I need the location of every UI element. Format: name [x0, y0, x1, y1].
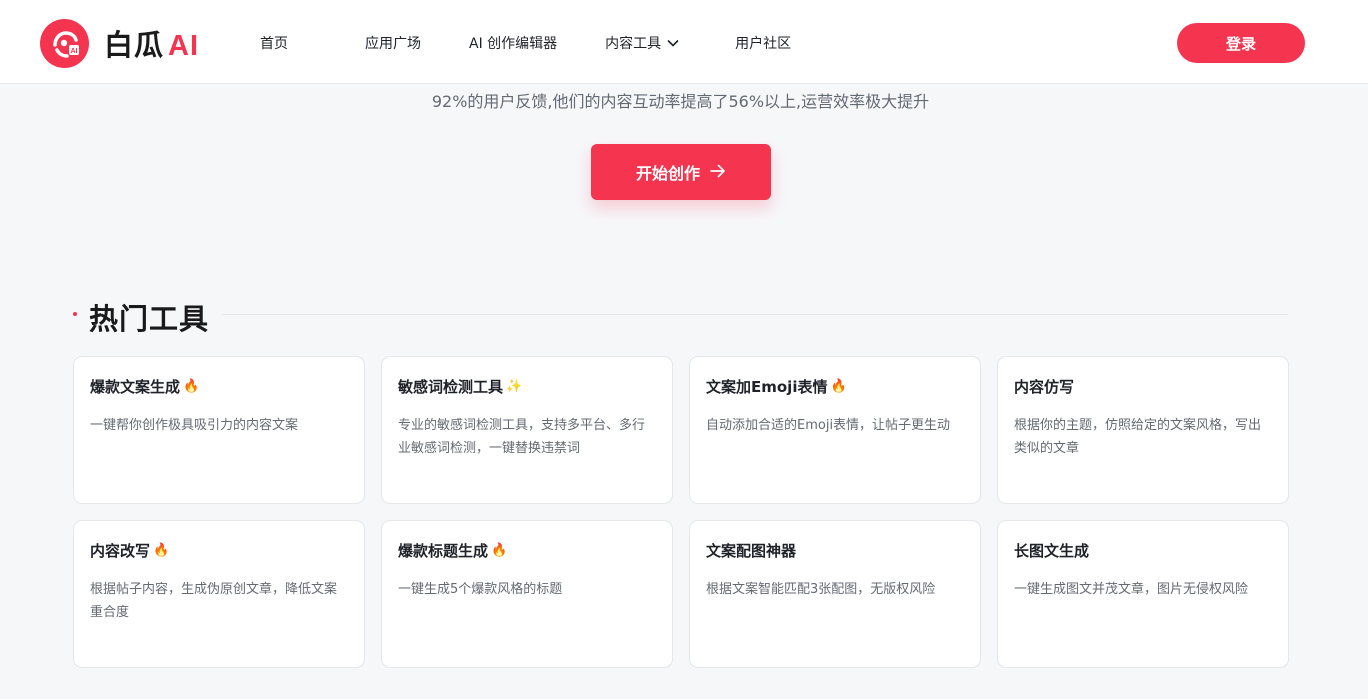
logo-icon: AI [40, 18, 89, 68]
section-divider [222, 314, 1288, 315]
tool-desc: 自动添加合适的Emoji表情，让帖子更生动 [706, 418, 951, 433]
nav-label: 用户社区 [735, 36, 792, 52]
tool-desc: 一键生成图文并茂文章，图片无侵权风险 [1014, 582, 1249, 597]
tool-card[interactable]: 长图文生成 一键生成图文并茂文章，图片无侵权风险 [997, 520, 1289, 668]
nav-item-community[interactable]: 用户社区 [735, 33, 791, 53]
nav-label: 内容工具 [605, 36, 662, 52]
tool-card[interactable]: 内容仿写 根据你的主题，仿照给定的文案风格，写出类似的文章 [997, 356, 1289, 504]
nav-label: AI 创作编辑器 [469, 36, 558, 52]
tool-desc: 根据帖子内容，生成伪原创文章，降低文案重合度 [90, 582, 338, 620]
main-nav: 首页 应用广场 AI 创作编辑器 内容工具 用户社区 [260, 31, 839, 55]
fire-icon: 🔥 [491, 542, 508, 558]
hero-subtitle: 92%的用户反馈,他们的内容互动率提高了56%以上,运营效率极大提升 [431, 92, 930, 111]
tool-title: 内容改写 [90, 541, 151, 560]
top-header: AI 白瓜 AI 首页 应用广场 AI 创作编辑器 内容工具 用户社区 登录 [0, 0, 1368, 84]
sparkles-icon: ✨ [506, 378, 523, 394]
start-creating-button[interactable]: 开始创作 [591, 144, 771, 200]
tool-title: 文案加Emoji表情 [706, 377, 828, 396]
brand-logo[interactable]: AI 白瓜 AI [40, 18, 200, 68]
tool-title: 长图文生成 [1014, 541, 1090, 560]
cta-label: 开始创作 [635, 164, 700, 183]
nav-label: 首页 [260, 36, 288, 52]
brand-name: 白瓜 AI [104, 28, 200, 62]
fire-icon: 🔥 [153, 542, 170, 558]
chevron-down-icon [667, 35, 679, 51]
nav-item-ai-editor[interactable]: AI 创作编辑器 [469, 33, 557, 53]
tool-card[interactable]: 文案配图神器 根据文案智能匹配3张配图，无版权风险 [689, 520, 981, 668]
tool-title: 敏感词检测工具 [398, 377, 504, 396]
fire-icon: 🔥 [830, 378, 847, 394]
tool-card[interactable]: 爆款标题生成 🔥 一键生成5个爆款风格的标题 [381, 520, 673, 668]
tool-title: 内容仿写 [1014, 377, 1075, 396]
section-dot [73, 312, 77, 316]
tool-title: 爆款标题生成 [398, 541, 489, 560]
brand-ai: AI [168, 30, 200, 62]
nav-label: 应用广场 [365, 36, 421, 52]
svg-text:AI: AI [71, 48, 78, 55]
tool-title: 爆款文案生成 [90, 377, 181, 396]
nav-item-home[interactable]: 首页 [260, 33, 288, 53]
tool-desc: 根据文案智能匹配3张配图，无版权风险 [706, 582, 936, 597]
tool-title: 文案配图神器 [706, 541, 797, 560]
tool-card[interactable]: 爆款文案生成 🔥 一键帮你创作极具吸引力的内容文案 [73, 356, 365, 504]
tool-card[interactable]: 文案加Emoji表情 🔥 自动添加合适的Emoji表情，让帖子更生动 [689, 356, 981, 504]
fire-icon: 🔥 [183, 378, 200, 394]
nav-item-content-tools[interactable]: 内容工具 [605, 33, 679, 53]
login-button[interactable]: 登录 [1177, 23, 1305, 63]
tool-desc: 根据你的主题，仿照给定的文案风格，写出类似的文章 [1014, 418, 1262, 456]
tool-desc: 一键生成5个爆款风格的标题 [398, 582, 563, 597]
tool-card[interactable]: 内容改写 🔥 根据帖子内容，生成伪原创文章，降低文案重合度 [73, 520, 365, 668]
tool-desc: 一键帮你创作极具吸引力的内容文案 [90, 418, 299, 433]
nav-item-app-plaza[interactable]: 应用广场 [365, 33, 421, 53]
arrow-right-icon [710, 163, 726, 182]
section-title: 热门工具 [89, 302, 210, 336]
tool-desc: 专业的敏感词检测工具，支持多平台、多行业敏感词检测，一键替换违禁词 [398, 418, 646, 456]
tool-card[interactable]: 敏感词检测工具 ✨ 专业的敏感词检测工具，支持多平台、多行业敏感词检测，一键替换违… [381, 356, 673, 504]
